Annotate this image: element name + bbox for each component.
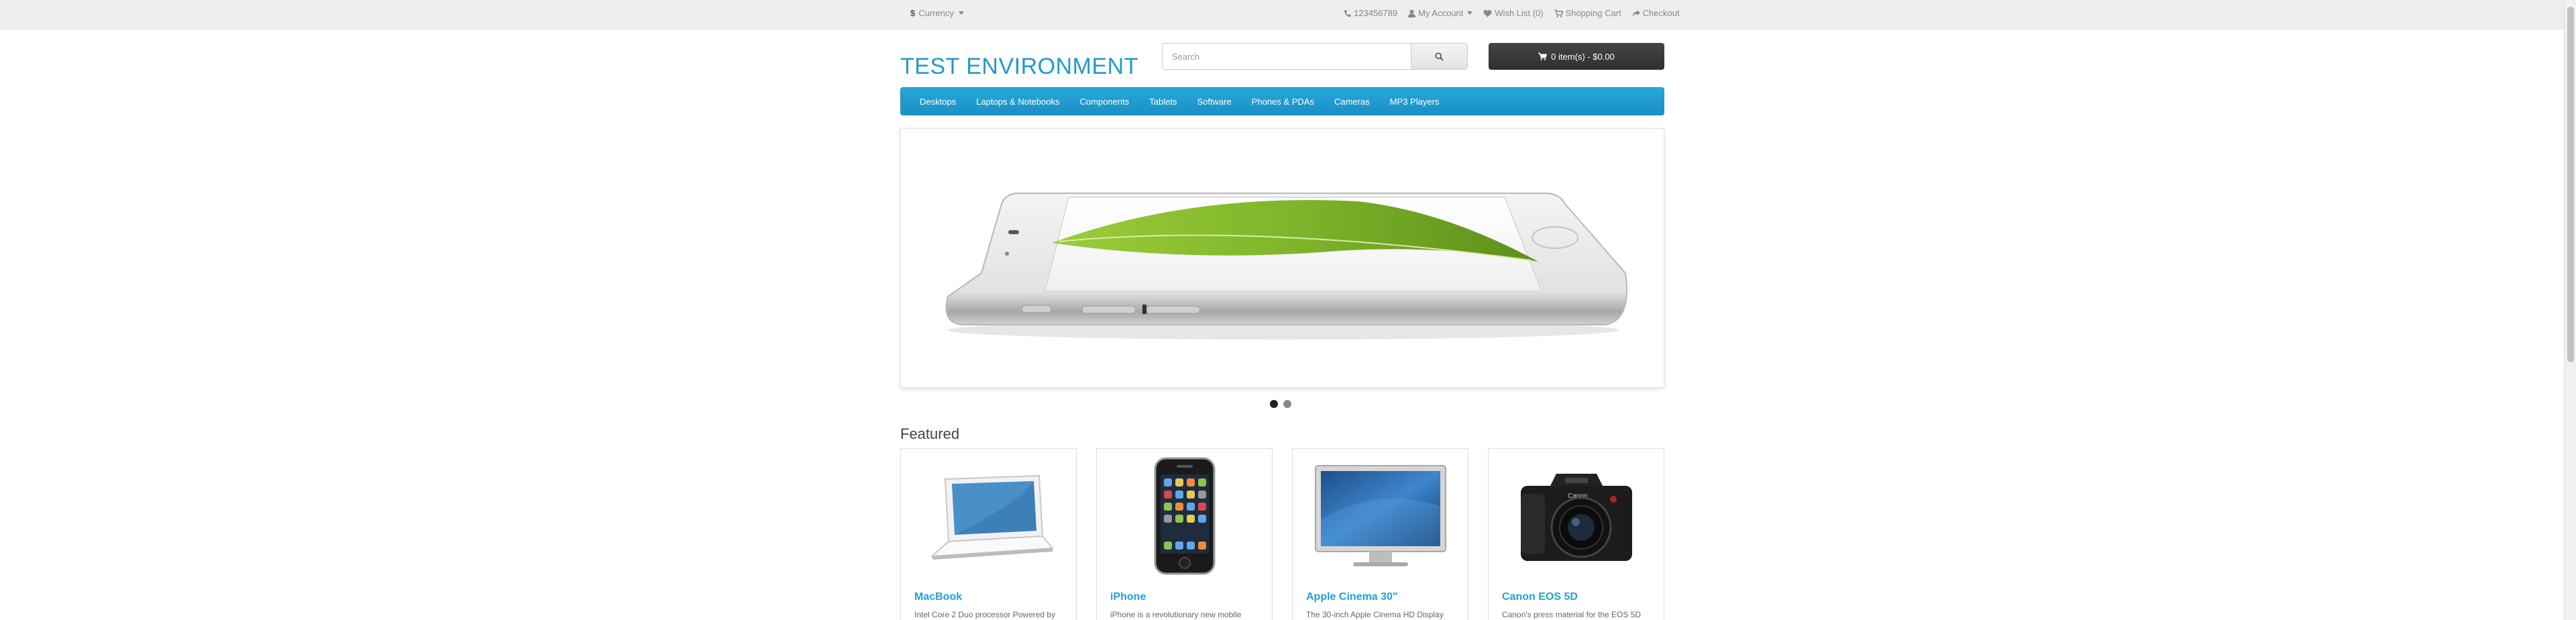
product-description: Canon's press material for the EOS 5D — [1502, 610, 1642, 619]
slideshow-pagination — [1270, 400, 1291, 408]
store-logo[interactable]: TEST ENVIRONMENT — [900, 54, 1138, 80]
wishlist-label: Wish List (0) — [1495, 8, 1544, 18]
slide-dot-1[interactable] — [1270, 400, 1278, 408]
main-menu: Desktops Laptops & Notebooks Components … — [900, 87, 1664, 115]
phone-icon — [1344, 9, 1351, 17]
menu-item-mp3-players[interactable]: MP3 Players — [1380, 97, 1450, 107]
cinema-display-image[interactable] — [1293, 449, 1468, 583]
menu-item-software[interactable]: Software — [1187, 97, 1241, 107]
product-name[interactable]: Canon EOS 5D — [1502, 591, 1578, 603]
phone-number: 123456789 — [1354, 8, 1398, 18]
my-account-label: My Account — [1418, 8, 1464, 18]
phone-link[interactable]: 123456789 — [1344, 8, 1397, 18]
page-scrollbar[interactable] — [2564, 0, 2576, 620]
product-name[interactable]: MacBook — [914, 591, 962, 603]
iphone-banner-image — [945, 193, 1627, 340]
menu-item-laptops-notebooks[interactable]: Laptops & Notebooks — [966, 97, 1069, 107]
menu-item-tablets[interactable]: Tablets — [1139, 97, 1187, 107]
menu-item-components[interactable]: Components — [1070, 97, 1140, 107]
my-account-dropdown[interactable]: My Account — [1408, 8, 1473, 18]
wishlist-link[interactable]: Wish List (0) — [1483, 8, 1544, 18]
iphone-image[interactable] — [1097, 449, 1272, 583]
search-bar — [1162, 43, 1468, 70]
shopping-cart-label: Shopping Cart — [1565, 8, 1621, 18]
product-name[interactable]: Apple Cinema 30" — [1306, 591, 1398, 603]
slideshow-banner[interactable] — [900, 128, 1664, 388]
product-description: Intel Core 2 Duo processor Powered by — [914, 610, 1056, 619]
slide-dot-2[interactable] — [1283, 400, 1291, 408]
search-icon — [1435, 52, 1444, 61]
product-description: The 30-inch Apple Cinema HD Display — [1306, 610, 1444, 619]
featured-heading: Featured — [900, 425, 960, 442]
product-description: iPhone is a revolutionary new mobile — [1110, 610, 1242, 619]
scrollbar-thumb[interactable] — [2567, 7, 2574, 362]
heart-icon — [1483, 9, 1492, 17]
product-card[interactable]: Canon Canon EOS 5D Canon's press materia… — [1488, 448, 1664, 620]
product-card[interactable]: Apple Cinema 30" The 30-inch Apple Cinem… — [1292, 448, 1468, 620]
share-icon — [1632, 9, 1640, 17]
search-input[interactable] — [1163, 44, 1411, 69]
checkout-link[interactable]: Checkout — [1632, 8, 1680, 18]
cart-icon — [1538, 52, 1548, 60]
product-name[interactable]: iPhone — [1110, 591, 1146, 603]
menu-item-desktops[interactable]: Desktops — [910, 97, 966, 107]
camera-image[interactable]: Canon — [1489, 449, 1664, 583]
cart-button[interactable]: 0 item(s) - $0.00 — [1489, 43, 1664, 70]
cart-icon — [1554, 9, 1563, 17]
user-icon — [1408, 9, 1416, 17]
menu-item-phones-pdas[interactable]: Phones & PDAs — [1242, 97, 1324, 107]
currency-dropdown[interactable]: $ Currency — [910, 8, 964, 18]
cart-total: 0 item(s) - $0.00 — [1551, 51, 1615, 62]
menu-item-cameras[interactable]: Cameras — [1324, 97, 1380, 107]
shopping-cart-link[interactable]: Shopping Cart — [1554, 8, 1621, 18]
checkout-label: Checkout — [1642, 8, 1680, 18]
chevron-down-icon — [958, 11, 964, 15]
search-button[interactable] — [1411, 44, 1467, 69]
currency-symbol: $ — [910, 8, 916, 18]
chevron-down-icon — [1467, 11, 1473, 15]
product-card[interactable]: iPhone iPhone is a revolutionary new mob… — [1096, 448, 1273, 620]
top-bar: $ Currency 123456789 My Account Wish Lis… — [0, 0, 2564, 30]
product-card[interactable]: MacBook Intel Core 2 Duo processor Power… — [900, 448, 1077, 620]
currency-label: Currency — [918, 8, 954, 18]
macbook-image[interactable] — [901, 449, 1076, 583]
